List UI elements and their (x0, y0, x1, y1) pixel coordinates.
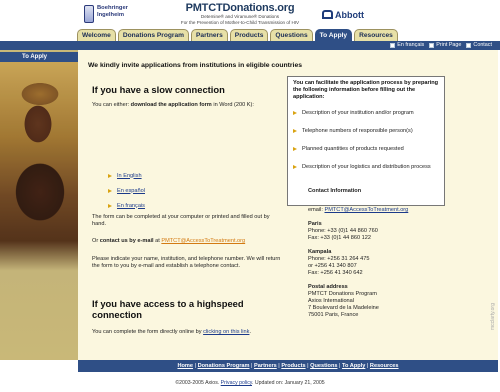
tab-products[interactable]: Products (229, 29, 269, 41)
main-nav: Welcome Donations Program Partners Products… (0, 29, 500, 41)
list-item: In English (108, 168, 145, 183)
paris-fax: Fax: +33 (0)1 44 860 122 (308, 235, 371, 241)
list-item: Description of your logistics and distri… (293, 161, 439, 173)
site-header: Boehringer Ingelheim PMTCTDonations.org … (0, 0, 500, 30)
footer-link-products[interactable]: Products (281, 363, 305, 369)
footer-link-resources[interactable]: Resources (370, 363, 399, 369)
arrow-icon (293, 111, 297, 115)
highspeed-heading: If you have access to a highspeed connec… (92, 298, 244, 320)
postal-line-1: PMTCT Donations Program (308, 291, 377, 297)
main-content: We kindly invite applications from insti… (78, 50, 498, 360)
french-link[interactable]: En français (390, 41, 424, 50)
arrow-icon (293, 147, 297, 151)
abbott-logo[interactable]: Abbott (322, 10, 364, 20)
list-item: Planned quantities of products requested (293, 143, 439, 155)
woman-child-photo (0, 62, 78, 360)
footer-nav: Home | Donations Program | Partners | Pr… (78, 360, 498, 372)
kampala-phone: Phone: +256 31 264 475 (308, 256, 370, 262)
contact-email-text: contact us by e-mail (99, 238, 154, 244)
french-form-link[interactable]: En français (117, 203, 145, 209)
kampala-phone-2: or +256 41 340 807 (308, 263, 357, 269)
watermark: mcclarty.org (490, 303, 496, 330)
print-label: Print Page (436, 42, 462, 48)
contact-link[interactable]: Contact (466, 41, 492, 50)
arrow-icon (108, 173, 112, 178)
flag-icon (390, 43, 396, 48)
email-link[interactable]: PMTCT@AccessToTreatment.org (161, 238, 245, 244)
arrow-icon (293, 129, 297, 133)
sidebar: To Apply (0, 50, 78, 360)
list-item: Description of your institution and/or p… (293, 107, 439, 119)
site-title: PMTCTDonations.org Detemine® and Viramun… (140, 2, 340, 25)
postal-line-4: 75001 Paris, France (308, 312, 359, 318)
postal-line-3: 7 Boulevard de la Madeleine (308, 305, 379, 311)
footer-link-donations-program[interactable]: Donations Program (198, 363, 250, 369)
tab-partners[interactable]: Partners (191, 29, 228, 41)
nav-tabs: Welcome Donations Program Partners Products… (77, 29, 398, 41)
bi-logo-line2: Ingelheim (97, 12, 125, 18)
tab-to-apply[interactable]: To Apply (314, 29, 353, 41)
language-list: In English En español En français (108, 168, 145, 213)
privacy-policy-link[interactable]: Privacy policy (221, 380, 252, 386)
printer-icon (429, 43, 435, 48)
footer-link-to-apply[interactable]: To Apply (342, 363, 365, 369)
list-item: Telephone numbers of responsible person(… (293, 125, 439, 137)
arrow-icon (108, 188, 112, 193)
contact-email-link[interactable]: PMTCT@AccessToTreatment.org (324, 207, 408, 213)
site-subtitle-2: For the Prevention of Mother-to-Child Tr… (180, 19, 300, 25)
postal-heading: Postal address (308, 284, 348, 290)
preparation-intro: You can facilitate the application proce… (293, 80, 439, 100)
paris-heading: Paris (308, 221, 322, 227)
abbott-mark-icon (322, 10, 333, 19)
contact-info: Contact Information email: PMTCT@AccessT… (308, 188, 408, 319)
list-item: En français (108, 198, 145, 213)
info-paragraph: Please indicate your name, institution, … (92, 256, 281, 270)
footer-link-home[interactable]: Home (177, 363, 193, 369)
footer-link-partners[interactable]: Partners (254, 363, 277, 369)
boehringer-mark-icon (84, 5, 94, 23)
copyright: ©2003-2005 Axios. Privacy policy. Update… (175, 380, 325, 386)
print-page-link[interactable]: Print Page (429, 41, 461, 50)
english-form-link[interactable]: In English (117, 173, 142, 179)
sidebar-heading: To Apply (0, 52, 78, 62)
arrow-icon (108, 203, 112, 208)
slow-connection-heading: If you have a slow connection (92, 84, 225, 95)
tab-welcome[interactable]: Welcome (77, 29, 116, 41)
bi-logo-line1: Boehringer (97, 5, 128, 11)
tab-questions[interactable]: Questions (270, 29, 313, 41)
mail-icon (466, 43, 472, 48)
online-paragraph: You can complete the form directly onlin… (92, 329, 251, 335)
download-form-text: download the application form (130, 102, 212, 108)
arrow-icon (293, 165, 297, 169)
tab-resources[interactable]: Resources (354, 29, 398, 41)
preparation-box: You can facilitate the application proce… (287, 76, 445, 206)
paris-phone: Phone: +33 (0)1 44 860 760 (308, 228, 378, 234)
utility-bar: En français Print Page Contact (0, 41, 500, 50)
contact-heading: Contact Information (308, 188, 362, 194)
kampala-fax: Fax: +256 41 340 642 (308, 270, 363, 276)
contact-email-line: email: PMTCT@AccessToTreatment.org (308, 207, 409, 213)
spanish-form-link[interactable]: En español (117, 188, 145, 194)
abbott-name: Abbott (335, 10, 364, 20)
lead-text: We kindly invite applications from insti… (88, 62, 303, 69)
contact-label: Contact (473, 42, 492, 48)
boehringer-logo[interactable]: Boehringer Ingelheim (84, 4, 136, 26)
kampala-heading: Kampala (308, 249, 332, 255)
online-form-link[interactable]: clicking on this link (203, 329, 249, 335)
site-name[interactable]: PMTCTDonations.org (140, 2, 340, 14)
footer-link-questions[interactable]: Questions (310, 363, 337, 369)
list-item: En español (108, 183, 145, 198)
tab-donations-program[interactable]: Donations Program (117, 29, 190, 41)
french-label: En français (397, 42, 425, 48)
postal-line-2: Axios International (308, 298, 355, 304)
download-paragraph: You can either: download the application… (92, 102, 254, 108)
complete-paragraph: The form can be completed at your comput… (92, 214, 270, 228)
email-paragraph: Or contact us by e-mail at PMTCT@AccessT… (92, 238, 246, 244)
